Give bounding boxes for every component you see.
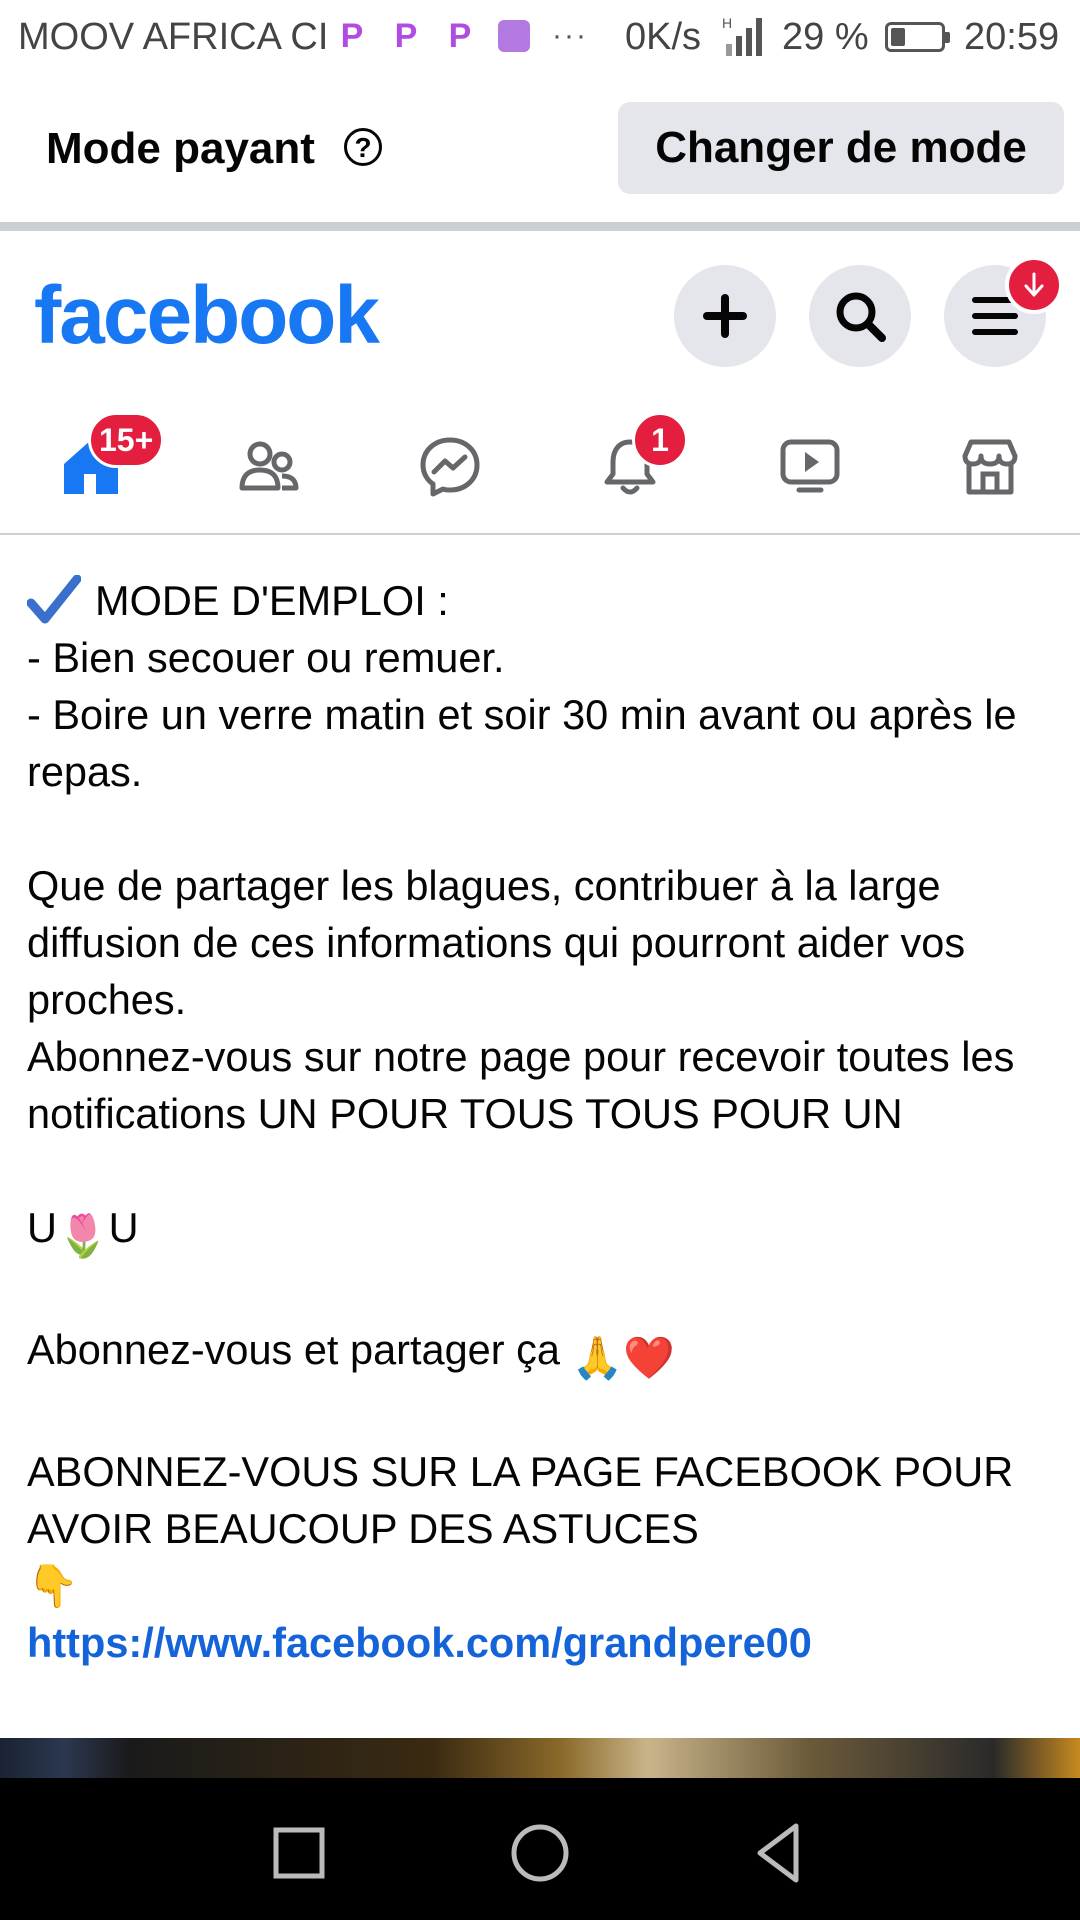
post-line: - Boire un verre matin et soir 30 min av… <box>27 691 1017 795</box>
clock: 20:59 <box>964 16 1060 58</box>
battery-percentage: 29 % <box>782 16 869 58</box>
mode-label: Mode payant <box>46 124 315 173</box>
status-bar: MOOV AFRICA CI P P P ··· 0K/s H 29 % 20:… <box>0 0 1080 76</box>
download-arrow-icon <box>1024 272 1044 297</box>
post-text: MODE D'EMPLOI : - Bien secouer ou remuer… <box>27 572 1057 1671</box>
pointing-down-icon: 👇 <box>27 1562 79 1609</box>
post-paragraph: Abonnez-vous sur notre page pour recevoi… <box>27 1033 1015 1137</box>
app-p-icon: P <box>394 17 418 55</box>
post-line: - Bien secouer ou remuer. <box>27 634 505 681</box>
net-speed: 0K/s <box>625 16 702 58</box>
data-mode-bar: Mode payant ? Changer de mode <box>0 76 1080 222</box>
post-text-fragment: Abonnez-vous et partager ça <box>27 1326 560 1373</box>
tulip-icon: 🌷 <box>56 1212 109 1259</box>
more-notifications-icon: ··· <box>552 19 588 52</box>
back-icon[interactable] <box>746 1818 816 1888</box>
home-nav-icon[interactable] <box>505 1818 575 1888</box>
post-line: MODE D'EMPLOI : <box>95 577 449 624</box>
create-button[interactable] <box>674 265 776 367</box>
tab-friends[interactable] <box>224 422 314 512</box>
system-navigation-bar <box>0 1778 1080 1920</box>
search-icon <box>836 292 886 342</box>
update-badge <box>1005 256 1063 314</box>
app-p-icon: P <box>340 17 364 55</box>
signal-icon: H <box>722 15 762 56</box>
post-link[interactable]: https://www.facebook.com/grandpere00 <box>27 1619 812 1666</box>
gallery-icon <box>498 20 530 52</box>
post-paragraph: Que de partager les blagues, contribuer … <box>27 862 966 1023</box>
carrier-label: MOOV AFRICA CI <box>18 16 329 58</box>
tab-bar: 15+ 1 <box>0 400 1080 535</box>
change-mode-button[interactable]: Changer de mode <box>618 102 1064 194</box>
post-heading: MODE D'EMPLOI : <box>27 572 1057 629</box>
notifications-badge: 1 <box>632 412 688 468</box>
tab-marketplace[interactable] <box>945 422 1035 512</box>
pray-heart-emoji: 🙏❤️ <box>571 1334 675 1381</box>
friends-icon <box>239 441 299 491</box>
tab-messenger[interactable] <box>405 422 495 512</box>
checkmark-icon <box>27 575 81 624</box>
network-type-label: H <box>722 15 732 31</box>
search-button[interactable] <box>809 265 911 367</box>
app-header: facebook <box>0 231 1080 391</box>
post-text-fragment: U <box>27 1204 57 1251</box>
app-p-icon: P <box>448 17 472 55</box>
post-text-fragment: U <box>108 1204 139 1251</box>
notification-icons: P P P ··· <box>336 18 588 54</box>
store-icon <box>962 439 1018 495</box>
messenger-icon <box>420 437 480 497</box>
post-paragraph: ABONNEZ-VOUS SUR LA PAGE FACEBOOK POUR A… <box>27 1448 1014 1552</box>
divider <box>0 222 1080 231</box>
post-line: U🌷U <box>27 1199 1057 1264</box>
recents-icon[interactable] <box>264 1818 334 1888</box>
facebook-logo[interactable]: facebook <box>34 269 380 363</box>
post-line: Abonnez-vous et partager ça 🙏❤️ <box>27 1321 1057 1386</box>
help-icon[interactable]: ? <box>344 128 382 166</box>
home-badge: 15+ <box>88 412 165 468</box>
video-icon <box>780 439 840 493</box>
battery-icon <box>885 22 950 52</box>
media-preview[interactable] <box>0 1738 1080 1778</box>
battery-level <box>891 28 905 46</box>
tab-watch[interactable] <box>765 422 855 512</box>
plus-icon <box>703 294 747 338</box>
